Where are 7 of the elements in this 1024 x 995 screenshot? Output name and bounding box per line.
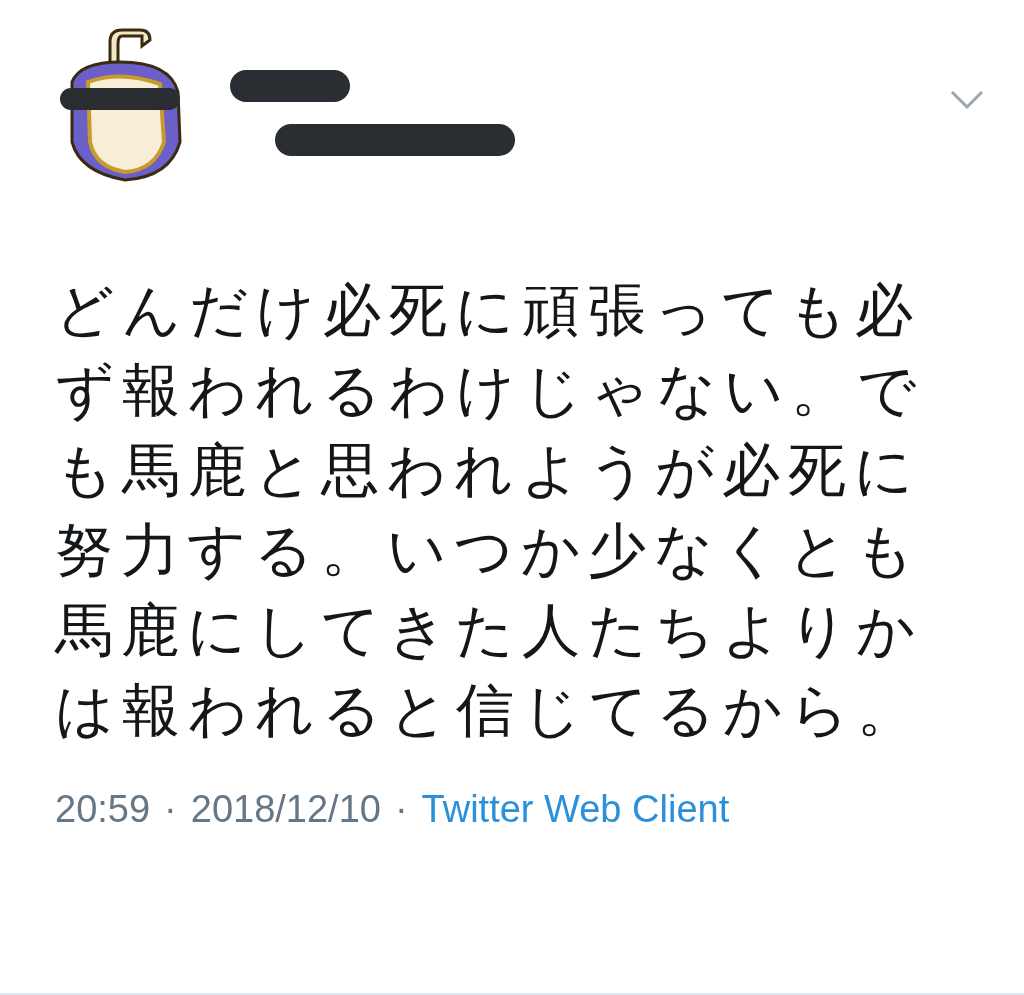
tweet-text: どんだけ必死に頑張っても必ず報われるわけじゃない。でも馬鹿と思われようが必死に努力する。いつか少なくとも馬鹿にしてきた人たちよりかは報われると信じてるから。 (55, 275, 925, 746)
client-link[interactable]: Twitter Web Client (421, 788, 730, 831)
chevron-down-icon[interactable] (950, 90, 984, 110)
separator: · (164, 788, 177, 831)
tweet-date: 2018/12/10 (190, 788, 381, 831)
tweet-time: 20:59 (55, 788, 151, 831)
separator: · (394, 788, 408, 831)
